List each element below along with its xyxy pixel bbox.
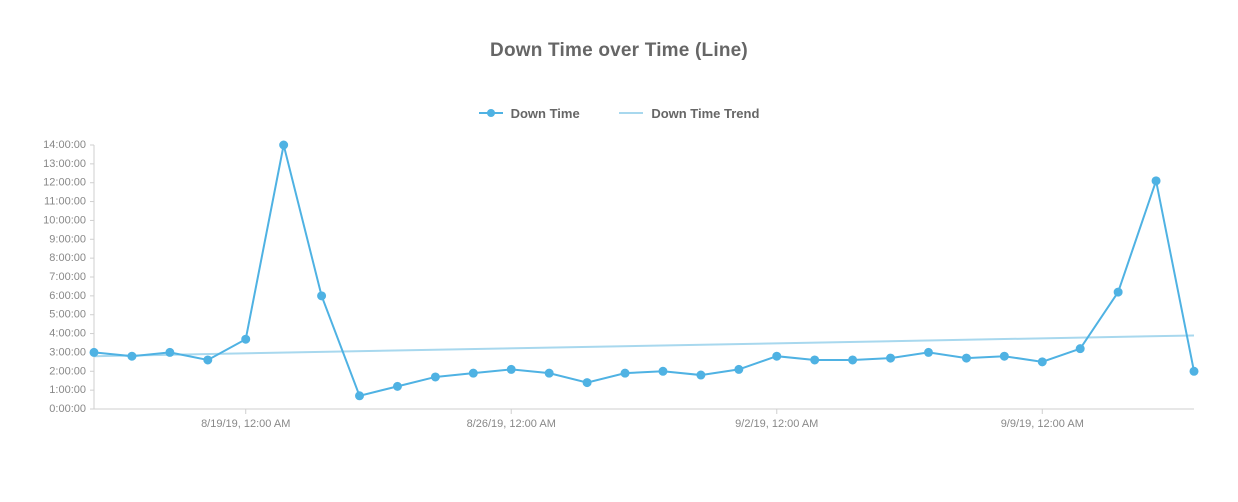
data-point[interactable] [1115,288,1122,295]
data-point[interactable] [659,367,666,374]
data-point[interactable] [1039,358,1046,365]
data-point[interactable] [697,371,704,378]
x-tick-label: 9/2/19, 12:00 AM [735,418,818,430]
data-point[interactable] [735,365,742,372]
data-point[interactable] [432,373,439,380]
data-point[interactable] [508,365,515,372]
legend-swatch-line-icon [479,112,503,114]
chart-card: Down Time over Time (Line) Down Time Dow… [0,0,1238,502]
y-tick-label: 5:00:00 [49,308,86,320]
data-point[interactable] [166,348,173,355]
legend-item-trend[interactable]: Down Time Trend [619,106,759,121]
x-tick-label: 8/26/19, 12:00 AM [467,418,556,430]
y-tick-label: 0:00:00 [49,403,86,415]
data-point[interactable] [1153,177,1160,184]
chart-title: Down Time over Time (Line) [34,40,1204,62]
data-point[interactable] [128,352,135,359]
data-point[interactable] [925,348,932,355]
data-point[interactable] [773,352,780,359]
y-tick-label: 13:00:00 [43,157,86,169]
data-point[interactable] [280,141,287,148]
y-tick-label: 11:00:00 [44,195,86,207]
data-point[interactable] [1191,367,1198,374]
data-point[interactable] [811,356,818,363]
y-tick-label: 2:00:00 [49,365,86,377]
data-point[interactable] [394,382,401,389]
legend-swatch-line-icon [619,112,643,114]
data-point[interactable] [546,369,553,376]
data-point[interactable] [963,354,970,361]
data-point[interactable] [584,379,591,386]
data-point[interactable] [1001,352,1008,359]
data-point[interactable] [887,354,894,361]
data-point[interactable] [242,335,249,342]
y-tick-label: 10:00:00 [43,214,86,226]
y-tick-label: 4:00:00 [49,327,86,339]
legend-item-downtime[interactable]: Down Time [479,106,580,121]
y-tick-label: 9:00:00 [49,233,86,245]
x-tick-label: 8/19/19, 12:00 AM [201,418,290,430]
y-tick-label: 14:00:00 [43,139,86,151]
y-tick-label: 3:00:00 [49,346,86,358]
chart-svg: 0:00:00 1:00:00 2:00:00 3:00:00 4:00:00 5:00:… [34,139,1204,439]
downtime-line [94,145,1194,396]
data-point[interactable] [356,392,363,399]
data-point[interactable] [91,348,98,355]
x-tick-label: 9/9/19, 12:00 AM [1001,418,1084,430]
y-tick-label: 8:00:00 [49,252,86,264]
data-point[interactable] [204,356,211,363]
y-tick-label: 1:00:00 [49,384,86,396]
trend-line [94,335,1194,356]
chart-plot-area: 0:00:00 1:00:00 2:00:00 3:00:00 4:00:00 5:00:… [34,139,1204,439]
y-tick-label: 12:00:00 [43,176,86,188]
data-point[interactable] [1077,345,1084,352]
data-point[interactable] [318,292,325,299]
chart-legend: Down Time Down Time Trend [34,102,1204,121]
legend-label-trend: Down Time Trend [651,106,759,121]
data-point[interactable] [470,369,477,376]
y-tick-label: 6:00:00 [49,289,86,301]
data-point[interactable] [849,356,856,363]
data-point[interactable] [622,369,629,376]
legend-label-downtime: Down Time [511,106,580,121]
y-tick-label: 7:00:00 [49,271,86,283]
